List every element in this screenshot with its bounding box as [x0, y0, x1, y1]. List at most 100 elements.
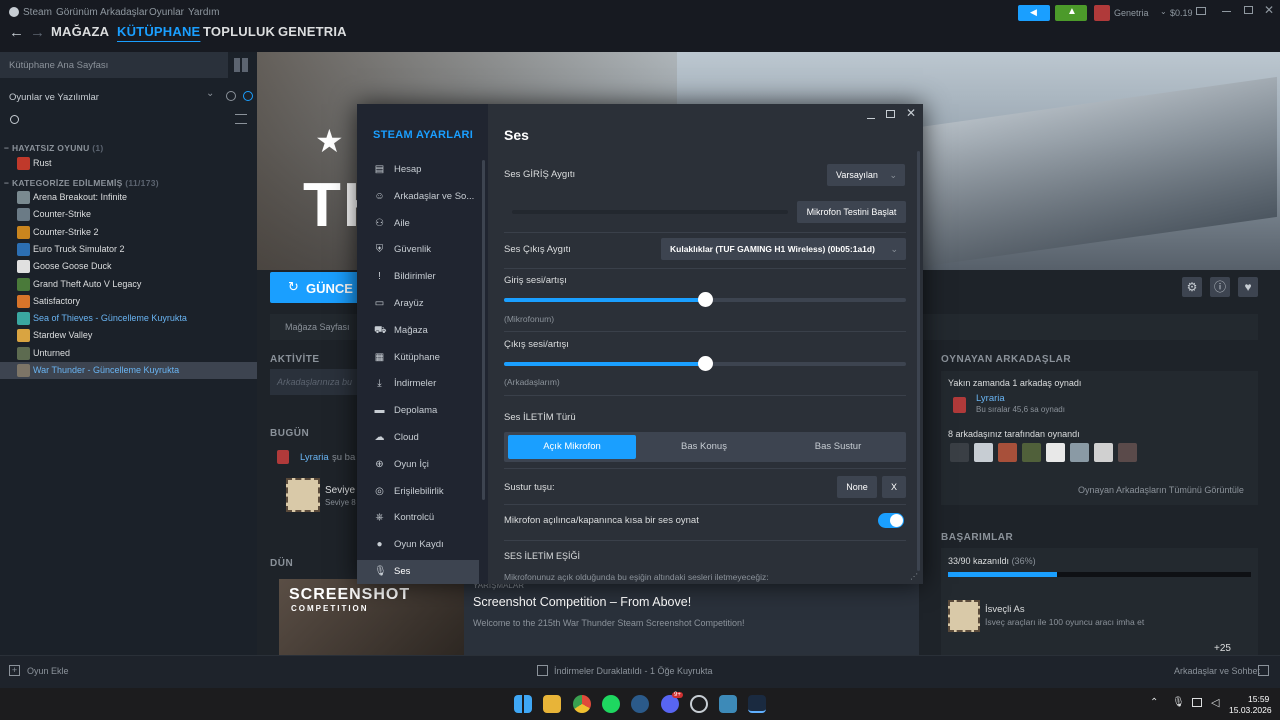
microphone-icon[interactable]: 🎙 [1172, 697, 1185, 708]
output-volume-handle[interactable] [698, 356, 713, 371]
content-scrollbar[interactable] [917, 151, 920, 571]
sidebar-game-item[interactable]: Unturned [0, 345, 257, 362]
settings-nav-item[interactable]: ☺ Arkadaşlar ve So... [357, 185, 479, 209]
settings-nav-item[interactable]: ⛟ Mağaza [357, 319, 479, 343]
sidebar-game-rust[interactable]: Rust [0, 155, 257, 172]
mic-test-button[interactable]: Mikrofon Testini Başlat [797, 201, 906, 223]
announce-button[interactable]: ◀ [1018, 5, 1050, 21]
network-icon[interactable] [1192, 698, 1202, 707]
friend-avatar[interactable] [1094, 443, 1113, 462]
transmission-option-open-mic[interactable]: Açık Mikrofon [508, 435, 636, 459]
friend-avatar[interactable] [950, 443, 969, 462]
settings-nav-item[interactable]: ! Bildirimler [357, 265, 479, 289]
settings-nav-item[interactable]: ▭ Arayüz [357, 292, 479, 316]
output-device-dropdown[interactable]: Kulaklıklar (TUF GAMING H1 Wireless) (0b… [661, 238, 906, 260]
settings-nav-item[interactable]: ▦ Kütüphane [357, 346, 479, 370]
file-explorer-icon[interactable] [543, 695, 561, 713]
clock-time[interactable]: 15:59 [1248, 694, 1269, 704]
settings-nav-item[interactable]: ⊕ Oyun İçi [357, 453, 479, 477]
settings-nav-item[interactable]: 🎙 Ses [357, 560, 479, 584]
tab-community[interactable]: TOPLULUK [203, 24, 275, 39]
tab-store[interactable]: MAĞAZA [51, 24, 109, 39]
input-volume-slider[interactable] [504, 292, 906, 307]
menu-help[interactable]: Yardım [188, 7, 220, 18]
settings-nav-item[interactable]: ⤓ İndirmeler [357, 372, 479, 396]
tab-library[interactable]: KÜTÜPHANE [117, 24, 200, 39]
friend-avatar[interactable] [974, 443, 993, 462]
maximize-icon[interactable] [1244, 6, 1253, 14]
notifications-button[interactable]: ▲ [1055, 5, 1087, 21]
event-card[interactable]: SCREENSHOT COMPETITION YARIŞMALAR Screen… [279, 579, 919, 655]
windows-start-icon[interactable] [514, 695, 532, 713]
account-button[interactable]: Genetria ⌄ $0.19 [1094, 5, 1193, 21]
transmission-option-push-to-talk[interactable]: Bas Konuş [640, 435, 768, 459]
friend-name[interactable]: Lyraria [976, 393, 1005, 404]
input-volume-handle[interactable] [698, 292, 713, 307]
settings-nav-item[interactable]: ⎈ Kontrolcü [357, 506, 479, 530]
friend-avatar[interactable] [1022, 443, 1041, 462]
sidebar-game-item[interactable]: Stardew Valley [0, 327, 257, 344]
clock-icon[interactable] [226, 91, 236, 101]
resize-grip-icon[interactable]: ⋰ [910, 572, 918, 581]
filter-dropdown[interactable]: Oyunlar ve Yazılımlar ⌄ [0, 86, 220, 106]
mute-key-clear-button[interactable]: X [882, 476, 906, 498]
grid-view-icon[interactable] [234, 58, 248, 72]
nav-scrollbar[interactable] [482, 160, 485, 500]
mute-key-button[interactable]: None [837, 476, 877, 498]
volume-icon[interactable]: ◁ [1211, 696, 1219, 709]
menu-friends[interactable]: Arkadaşlar [100, 7, 148, 18]
friend-avatar[interactable] [998, 443, 1017, 462]
sidebar-game-item[interactable]: Counter-Strike [0, 206, 257, 223]
tray-chevron-icon[interactable]: ⌃ [1150, 697, 1158, 708]
sidebar-game-item[interactable]: Euro Truck Simulator 2 [0, 241, 257, 258]
update-button[interactable]: ↻ GÜNCE [270, 272, 370, 303]
output-volume-slider[interactable] [504, 356, 906, 371]
app-icon[interactable] [719, 695, 737, 713]
minimize-icon[interactable] [867, 118, 875, 119]
menu-games[interactable]: Oyunlar [149, 7, 184, 18]
search-icon[interactable] [10, 115, 19, 124]
back-arrow-icon[interactable]: ← [9, 24, 24, 41]
category-header[interactable]: − KATEGORİZE EDİLMEMİŞ (11/173) [4, 178, 159, 188]
sidebar-game-item[interactable]: Arena Breakout: Infinite [0, 189, 257, 206]
settings-nav-item[interactable]: ⚇ Aile [357, 212, 479, 236]
steam-active-icon[interactable] [748, 695, 766, 713]
store-page-link[interactable]: Mağaza Sayfası [285, 322, 350, 332]
tab-profile[interactable]: GENETRIA [278, 24, 347, 39]
app-icon[interactable] [690, 695, 708, 713]
sort-icon[interactable] [235, 114, 247, 124]
friend-avatar[interactable] [1070, 443, 1089, 462]
category-header[interactable]: − HAYATSIZ OYUNU (1) [4, 143, 103, 153]
clock-date[interactable]: 15.03.2026 [1229, 705, 1272, 715]
sidebar-game-item[interactable]: Satisfactory [0, 293, 257, 310]
sidebar-game-item[interactable]: War Thunder - Güncelleme Kuyrukta [0, 362, 257, 379]
activity-input[interactable]: Arkadaşlarınıza bu [270, 369, 360, 395]
sidebar-game-item[interactable]: Goose Goose Duck [0, 258, 257, 275]
close-icon[interactable]: ✕ [906, 106, 916, 120]
library-home-button[interactable]: Kütüphane Ana Sayfası [0, 52, 228, 78]
menu-steam[interactable]: Steam [23, 7, 52, 18]
close-icon[interactable]: ✕ [1264, 3, 1274, 17]
minimize-icon[interactable] [1222, 11, 1231, 12]
settings-gear-icon[interactable]: ⚙ [1182, 277, 1202, 297]
mic-sound-toggle[interactable] [878, 513, 904, 528]
view-all-friends-link[interactable]: Oynayan Arkadaşların Tümünü Görüntüle [1078, 485, 1244, 495]
play-filter-icon[interactable] [243, 91, 253, 101]
steam-taskbar-icon[interactable] [631, 695, 649, 713]
friend-avatar[interactable] [1046, 443, 1065, 462]
add-game-button[interactable]: + Oyun Ekle [9, 665, 89, 680]
settings-nav-item[interactable]: ☁ Cloud [357, 426, 479, 450]
sidebar-game-item[interactable]: Grand Theft Auto V Legacy [0, 276, 257, 293]
settings-nav-item[interactable]: ◎ Erişilebilirlik [357, 480, 479, 504]
monitor-icon[interactable] [1196, 7, 1206, 15]
settings-nav-item[interactable]: ● Oyun Kaydı [357, 533, 479, 557]
menu-view[interactable]: Görünüm [56, 7, 98, 18]
settings-nav-item[interactable]: ⛨ Güvenlik [357, 238, 479, 262]
chrome-icon[interactable] [573, 695, 591, 713]
maximize-icon[interactable] [886, 110, 895, 118]
transmission-option-push-to-mute[interactable]: Bas Sustur [774, 435, 902, 459]
today-user[interactable]: Lyraria [300, 452, 329, 463]
input-device-dropdown[interactable]: Varsayılan ⌄ [827, 164, 905, 186]
friend-avatar[interactable] [1118, 443, 1137, 462]
sidebar-game-item[interactable]: Sea of Thieves - Güncelleme Kuyrukta [0, 310, 257, 327]
